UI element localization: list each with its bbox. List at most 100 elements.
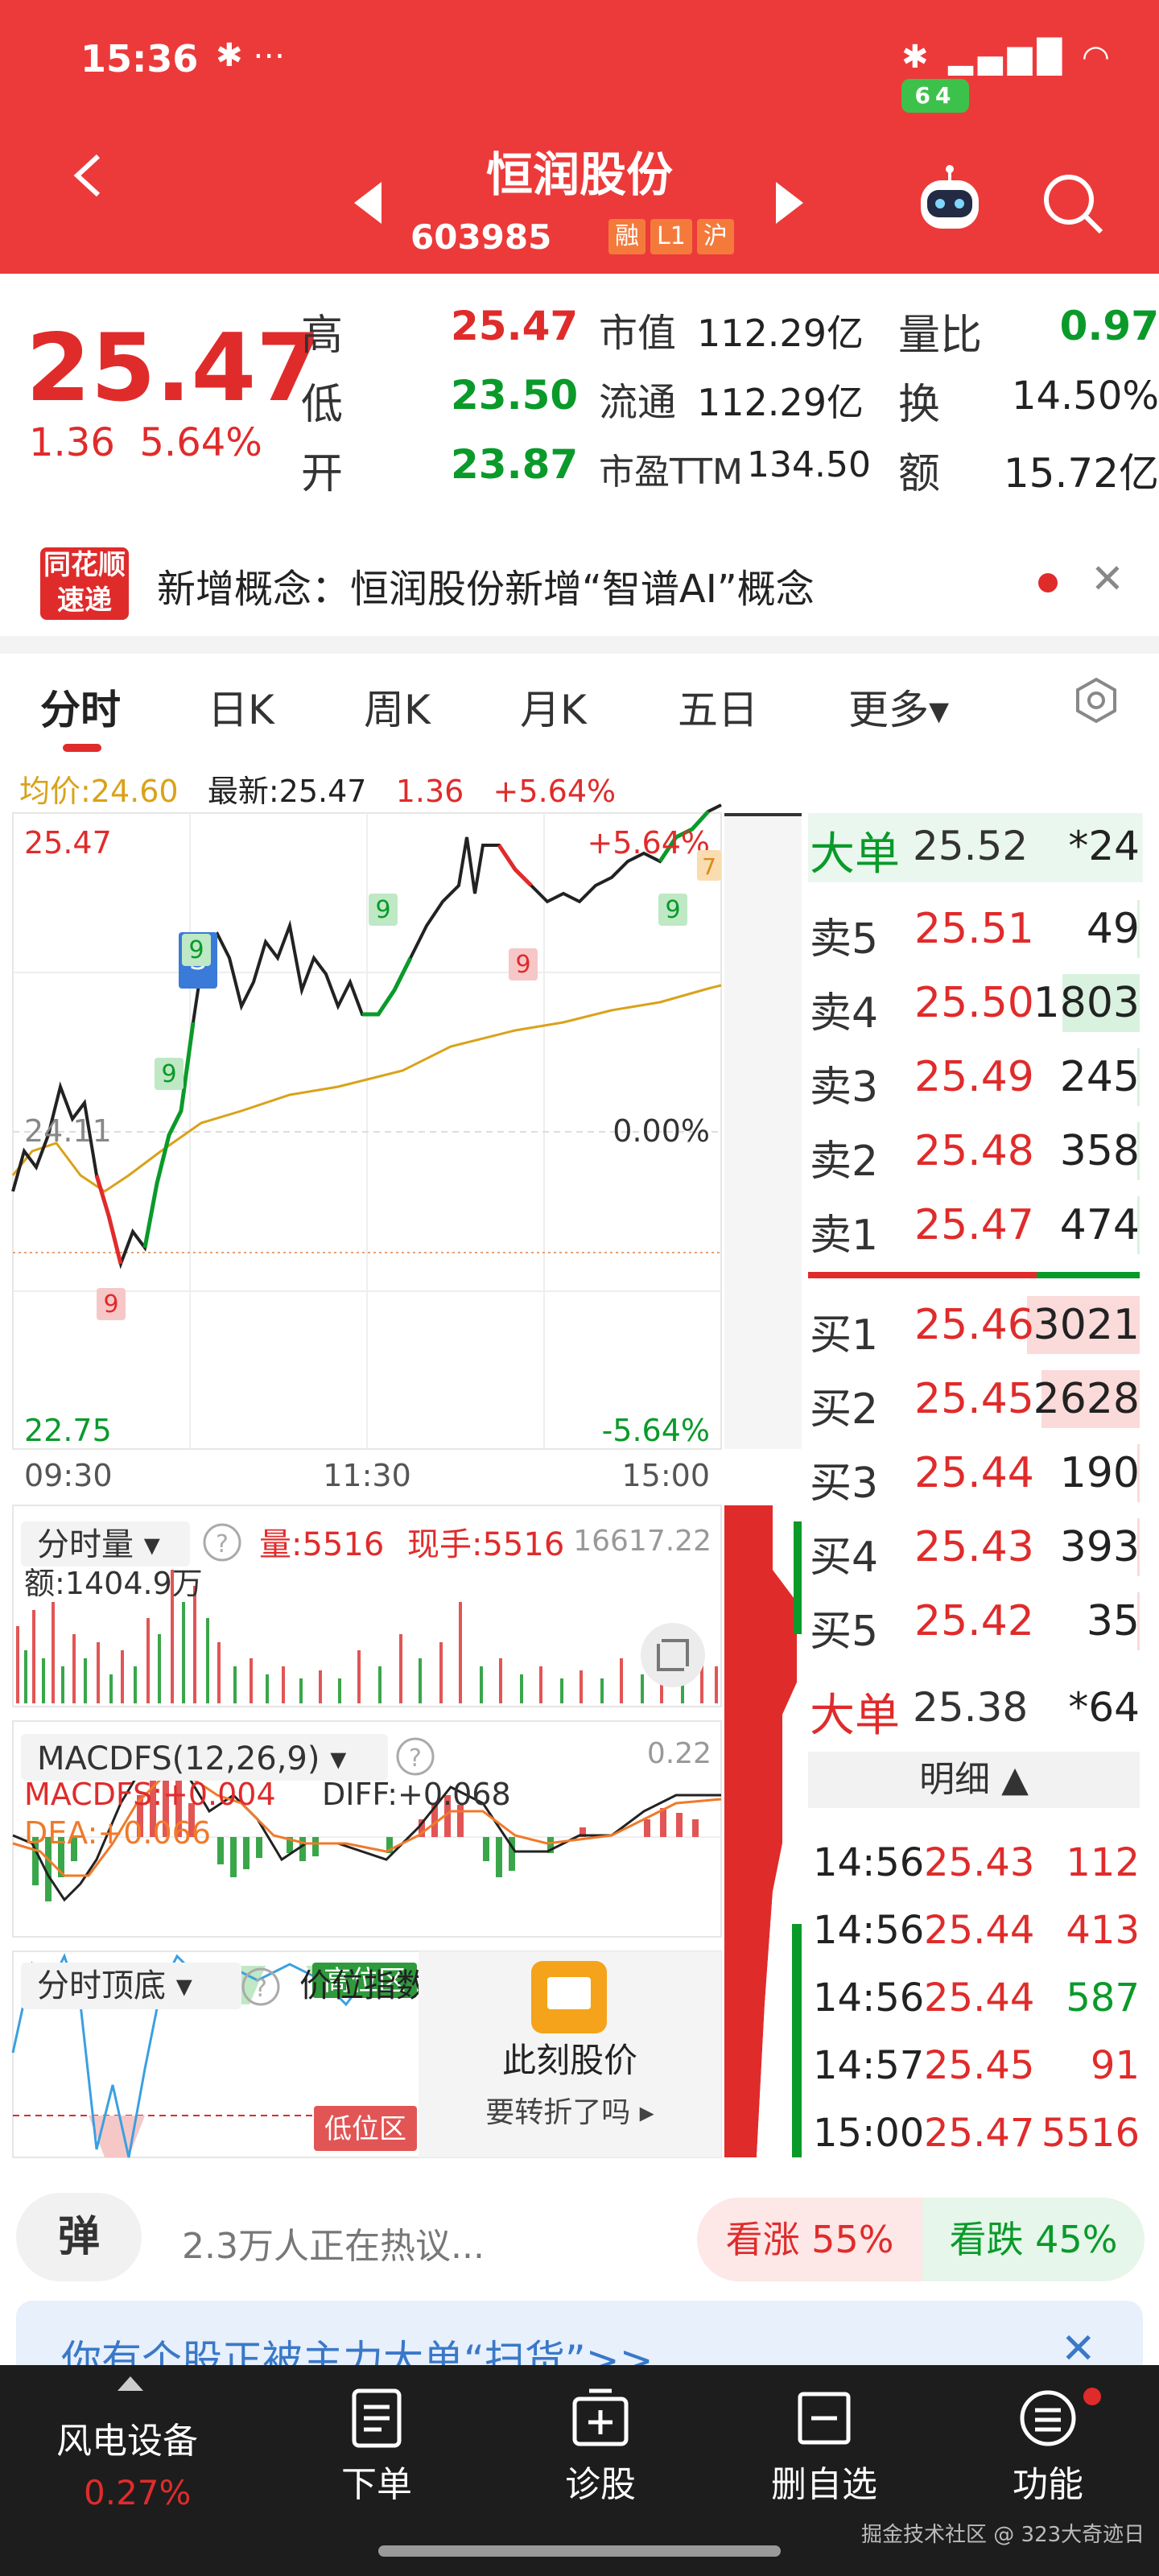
danmaku-button[interactable]: 弹 [16,2193,142,2281]
ask-row[interactable]: 卖3 25.49 245 [810,1043,1140,1112]
volume-panel-title[interactable]: 分时量 ▾ [37,1526,160,1563]
tick-price: 25.45 [924,2043,1035,2088]
tick-time: 15:00 [813,2111,925,2156]
tab-weekly-k[interactable]: 周K [364,678,431,736]
nav-functions[interactable]: 功能 [1000,2455,1096,2507]
bid-volume: 3021 [1033,1301,1140,1349]
tag-level1: L1 [650,219,692,254]
current-hand: 现手:5516 [407,1526,564,1563]
bid-row[interactable]: 买2 25.45 2628 [810,1365,1140,1434]
menu-icon[interactable] [1016,2386,1080,2450]
last-price: 25.47 [26,314,321,423]
tab-more[interactable]: 更多▾ [848,678,949,736]
big-order-bottom-price: 25.38 [913,1684,1029,1731]
price-high-label: 25.47 [24,825,112,861]
big-order-top-vol: *24 [1068,823,1140,869]
ask-price: 25.50 [914,979,1034,1027]
home-indicator[interactable] [378,2545,781,2557]
diagnose-icon[interactable] [568,2386,633,2450]
ask-price: 25.47 [914,1201,1034,1249]
open-label: 开 [301,450,344,498]
close-icon[interactable]: ✕ [1091,555,1124,602]
bearish-button[interactable]: 看跌 45% [922,2198,1145,2281]
tab-intraday[interactable]: 分时 [40,678,121,736]
tag-margin: 融 [608,219,645,254]
remove-watchlist-icon[interactable] [792,2386,856,2450]
macd-value: MACDFS:+0.004 [24,1777,276,1812]
intraday-chart-area[interactable]: 25.47 24.11 22.75 +5.64% 0.00% -5.64% S … [0,797,805,2165]
status-icons: ✱ ▂▄▆█ ◠ 64 [901,39,1159,113]
volratio-label: 量比 [898,312,983,360]
tick-row: 14:56 25.44 413 [813,1900,1140,1964]
nav-remove-watchlist[interactable]: 删自选 [760,2455,889,2507]
ask-label: 卖2 [810,1137,879,1186]
tick-price: 25.44 [924,1908,1035,1953]
settings-icon[interactable] [1072,676,1120,724]
bid-volume: 190 [1059,1449,1140,1497]
bullish-button[interactable]: 看涨 55% [697,2198,922,2281]
bid-row[interactable]: 买5 25.42 35 [810,1587,1140,1656]
ask-label: 卖3 [810,1063,879,1112]
nav-diagnose[interactable]: 诊股 [552,2455,649,2507]
news-logo: 同花顺 速递 [40,547,129,620]
bid-price: 25.46 [914,1301,1034,1349]
bid-row[interactable]: 买1 25.46 3021 [810,1291,1140,1360]
logo-line1: 同花顺 [43,549,126,581]
ai-robot-icon[interactable] [913,164,987,238]
bid-row[interactable]: 买4 25.43 393 [810,1513,1140,1582]
tab-underline [63,744,101,752]
order-icon[interactable] [344,2386,409,2450]
nine-marker: 9 [665,896,680,924]
change-abs: 1.36 [29,420,115,465]
ask-volume: 474 [1059,1201,1140,1249]
nine-marker: 9 [515,951,530,979]
ask-row[interactable]: 卖1 25.47 474 [810,1191,1140,1260]
top-bottom-title[interactable]: 分时顶底 ▾ [37,1967,192,2004]
seven-marker: 7 [702,853,716,880]
nine-marker: 9 [103,1290,118,1319]
macd-max: 0.22 [647,1737,711,1770]
bid-price: 25.43 [914,1523,1034,1571]
tick-row: 14:57 25.45 91 [813,2035,1140,2099]
discussion-text[interactable]: 2.3万人正在热议... [182,2217,485,2268]
ask-label: 卖4 [810,989,879,1038]
bid-price: 25.45 [914,1375,1034,1423]
watermark: 掘金技术社区 @ 323大奇迹日 [861,2523,1145,2547]
promo-subtitle[interactable]: 要转折了吗 ▸ [485,2096,654,2129]
macd-panel-title[interactable]: MACDFS(12,26,9) ▾ [37,1740,346,1777]
tick-row: 14:56 25.44 587 [813,1967,1140,2032]
bid-row[interactable]: 买3 25.44 190 [810,1439,1140,1508]
volratio-value: 0.97 [1059,303,1159,349]
tab-daily-k[interactable]: 日K [208,678,274,736]
tab-five-day[interactable]: 五日 [678,678,758,736]
detail-header[interactable]: 明细 ▲ [808,1752,1140,1808]
tick-row: 15:00 25.47 5516 [813,2103,1140,2167]
tab-monthly-k[interactable]: 月K [520,678,587,736]
promo-title[interactable]: 此刻股价 [502,2041,637,2080]
ask-row[interactable]: 卖4 25.50 1803 [810,969,1140,1038]
change-pct: 5.64% [139,420,262,465]
tick-row: 14:56 25.43 112 [813,1832,1140,1897]
tick-time: 14:56 [813,1975,925,2021]
expand-icon[interactable] [641,1623,705,1687]
bid-volume: 2628 [1033,1375,1140,1423]
search-icon[interactable] [1038,169,1106,237]
high-value: 25.47 [451,303,579,349]
nav-order[interactable]: 下单 [328,2455,425,2507]
nine-marker: 9 [375,896,390,924]
ask-row[interactable]: 卖5 25.51 49 [810,895,1140,964]
volume-amount: 额:1404.9万 [24,1566,203,1601]
tick-price: 25.43 [924,1840,1035,1885]
expand-up-icon[interactable] [118,2376,143,2391]
ask-price: 25.51 [914,905,1034,953]
ask-row[interactable]: 卖2 25.48 358 [810,1117,1140,1186]
bid-volume: 35 [1086,1597,1140,1645]
buy-sell-divider-red [808,1272,1037,1278]
news-text[interactable]: 新增概念：恒润股份新增“智谱AI”概念 [157,557,815,613]
ask-volume: 1803 [1033,979,1140,1027]
tick-volume: 413 [1066,1908,1140,1953]
open-value: 23.87 [451,441,579,488]
bid-label: 买2 [810,1385,879,1434]
sector-name[interactable]: 风电设备 [56,2412,198,2463]
svg-text:?: ? [254,1975,267,2003]
